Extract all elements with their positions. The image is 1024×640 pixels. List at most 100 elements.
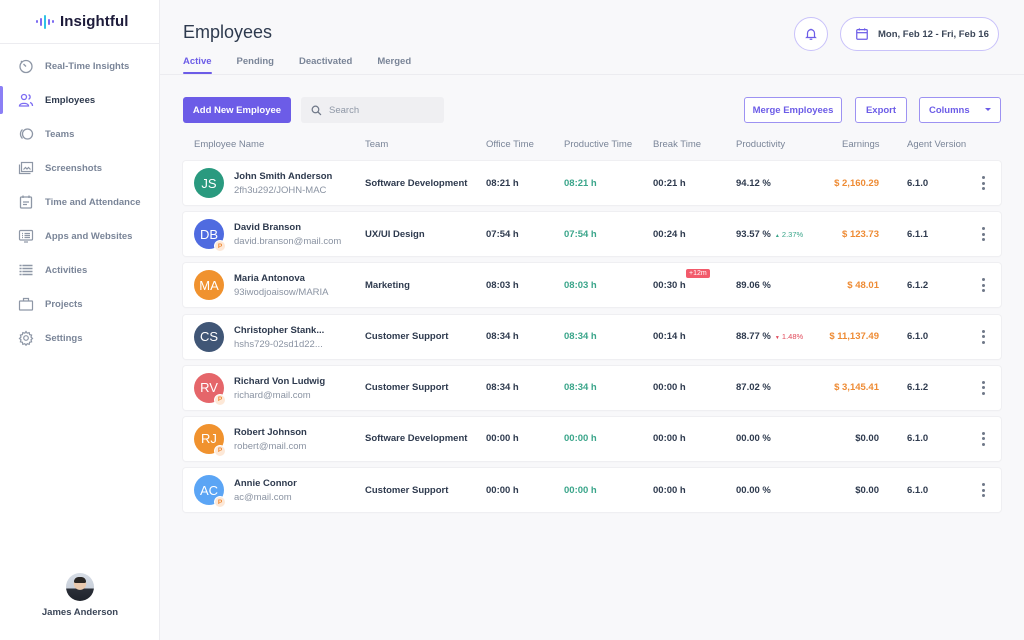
office-time-cell: 07:54 h [486,228,519,240]
column-header-agent-version[interactable]: Agent Version [907,139,966,150]
merge-employees-button[interactable]: Merge Employees [744,97,842,123]
user-avatar[interactable] [66,573,94,601]
break-time-value: 00:30 h [653,279,686,291]
break-time-cell: 00:00 h [653,417,686,461]
sidebar-item-teams[interactable]: Teams [0,117,159,151]
productivity-cell: 00.00 % [736,468,771,512]
column-header-earnings[interactable]: Earnings [842,139,880,150]
employee-name[interactable]: John Smith Anderson [234,170,332,183]
team-cell: Customer Support [365,484,449,496]
agent-version-cell: 6.1.0 [907,177,929,189]
more-options-icon[interactable] [979,278,987,293]
insightful-logo-icon [36,14,54,29]
table-row[interactable]: MA Maria Antonova 93iwodjoaisow/MARIA Ma… [183,263,1001,308]
sidebar-item-settings[interactable]: Settings [0,321,159,355]
column-header-office-time[interactable]: Office Time [486,139,534,150]
column-header-productivity[interactable]: Productivity [736,139,785,150]
employee-identifier: ac@mail.com [234,492,292,504]
earnings-cell: $ 123.73 [842,228,879,240]
tab-merged[interactable]: Merged [377,56,411,73]
employee-name[interactable]: Richard Von Ludwig [234,375,325,388]
employee-name[interactable]: Maria Antonova [234,272,329,285]
employee-identifier: 2fh3u292/JOHN-MAC [234,185,327,196]
productivity-cell: 88.77 % ▼ 1.48% [736,315,803,359]
column-header-productive-time[interactable]: Productive Time [564,139,632,150]
office-time-cell: 08:34 h [486,331,519,343]
office-time-cell: 00:00 h [486,433,519,445]
column-header-break-time[interactable]: Break Time [653,139,701,150]
page-header: Employees Active Pending Deactivated Mer… [160,0,1024,75]
employee-name[interactable]: Robert Johnson [234,426,307,439]
table-row[interactable]: RJ P Robert Johnson robert@mail.com Soft… [183,416,1001,461]
column-header-employee-name[interactable]: Employee Name [194,139,264,150]
earnings-cell: $0.00 [855,433,879,445]
employee-identifier: 93iwodjoaisow/MARIA [234,287,329,299]
table-row[interactable]: AC P Annie Connor ac@mail.com Customer S… [183,468,1001,513]
productivity-cell: 89.06 % [736,263,771,307]
employee-avatar: MA [194,270,224,301]
status-tabs: Active Pending Deactivated Merged [183,56,436,74]
columns-dropdown[interactable]: Columns [919,97,1001,123]
productivity-cell: 87.02 % [736,366,771,410]
logo[interactable]: Insightful [0,0,159,44]
employee-name[interactable]: Christopher Stank... [234,324,324,337]
employee-identity: John Smith Anderson 2fh3u292/JOHN-MAC [234,170,332,198]
more-options-icon[interactable] [979,380,987,395]
avatar-initials: JS [201,175,217,191]
users-icon [18,92,34,108]
sidebar-item-employees[interactable]: Employees [0,83,159,117]
productive-time-cell: 07:54 h [564,228,597,240]
sidebar-item-activities[interactable]: Activities [0,253,159,287]
sidebar-item-real-time-insights[interactable]: Real-Time Insights [0,49,159,83]
team-cell: Customer Support [365,331,449,343]
date-range-picker[interactable]: Mon, Feb 12 - Fri, Feb 16 [840,17,999,51]
more-options-icon[interactable] [979,227,987,242]
table-row[interactable]: JS John Smith Anderson 2fh3u292/JOHN-MAC… [183,161,1001,205]
table-row[interactable]: CS Christopher Stank... hshs729-02sd1d22… [183,314,1001,359]
more-options-icon[interactable] [979,329,987,344]
tab-deactivated[interactable]: Deactivated [299,56,352,73]
productive-time-cell: 00:00 h [564,433,597,445]
pending-badge: P [214,496,226,509]
employee-name[interactable]: David Branson [234,221,341,234]
sidebar-item-screenshots[interactable]: Screenshots [0,151,159,185]
sidebar-item-projects[interactable]: Projects [0,287,159,321]
employee-name[interactable]: Annie Connor [234,477,297,490]
break-time-cell: 00:00 h [653,468,686,512]
agent-version-cell: 6.1.1 [907,228,929,240]
more-options-icon[interactable] [979,176,987,190]
table-row[interactable]: RV P Richard Von Ludwig richard@mail.com… [183,365,1001,410]
bell-icon [805,28,817,40]
break-time-value: 00:24 h [653,228,686,240]
column-header-team[interactable]: Team [365,139,388,150]
page-title: Employees [183,22,273,42]
productivity-cell: 00.00 % [736,417,771,461]
chevron-down-icon [985,108,991,111]
more-options-icon[interactable] [979,431,987,446]
calendar-icon [856,28,868,40]
more-options-icon[interactable] [979,483,987,498]
table-row[interactable]: DB P David Branson david.branson@mail.co… [183,212,1001,257]
office-time-cell: 08:03 h [486,279,519,291]
search-input[interactable] [329,104,439,116]
sidebar-item-apps-and-websites[interactable]: Apps and Websites [0,219,159,253]
employee-identity: Richard Von Ludwig richard@mail.com [234,375,325,403]
productivity-cell: 93.57 % ▲ 2.37% [736,212,803,256]
add-new-employee-button[interactable]: Add New Employee [183,97,291,123]
tab-active[interactable]: Active [183,56,212,74]
earnings-cell: $0.00 [855,484,879,496]
notifications-button[interactable] [794,17,828,51]
user-profile[interactable]: James Anderson [0,573,160,618]
productive-time-cell: 08:03 h [564,279,597,291]
productive-time-cell: 08:21 h [564,177,597,189]
agent-version-cell: 6.1.2 [907,279,929,291]
sidebar-item-time-and-attendance[interactable]: Time and Attendance [0,185,159,219]
break-time-value: 00:14 h [653,331,686,343]
export-button[interactable]: Export [855,97,907,123]
screenshots-gallery-icon [18,160,34,176]
productive-time-cell: 08:34 h [564,331,597,343]
app-name: Insightful [60,13,129,30]
office-time-cell: 00:00 h [486,484,519,496]
tab-pending[interactable]: Pending [237,56,274,73]
search-box[interactable] [301,97,444,123]
